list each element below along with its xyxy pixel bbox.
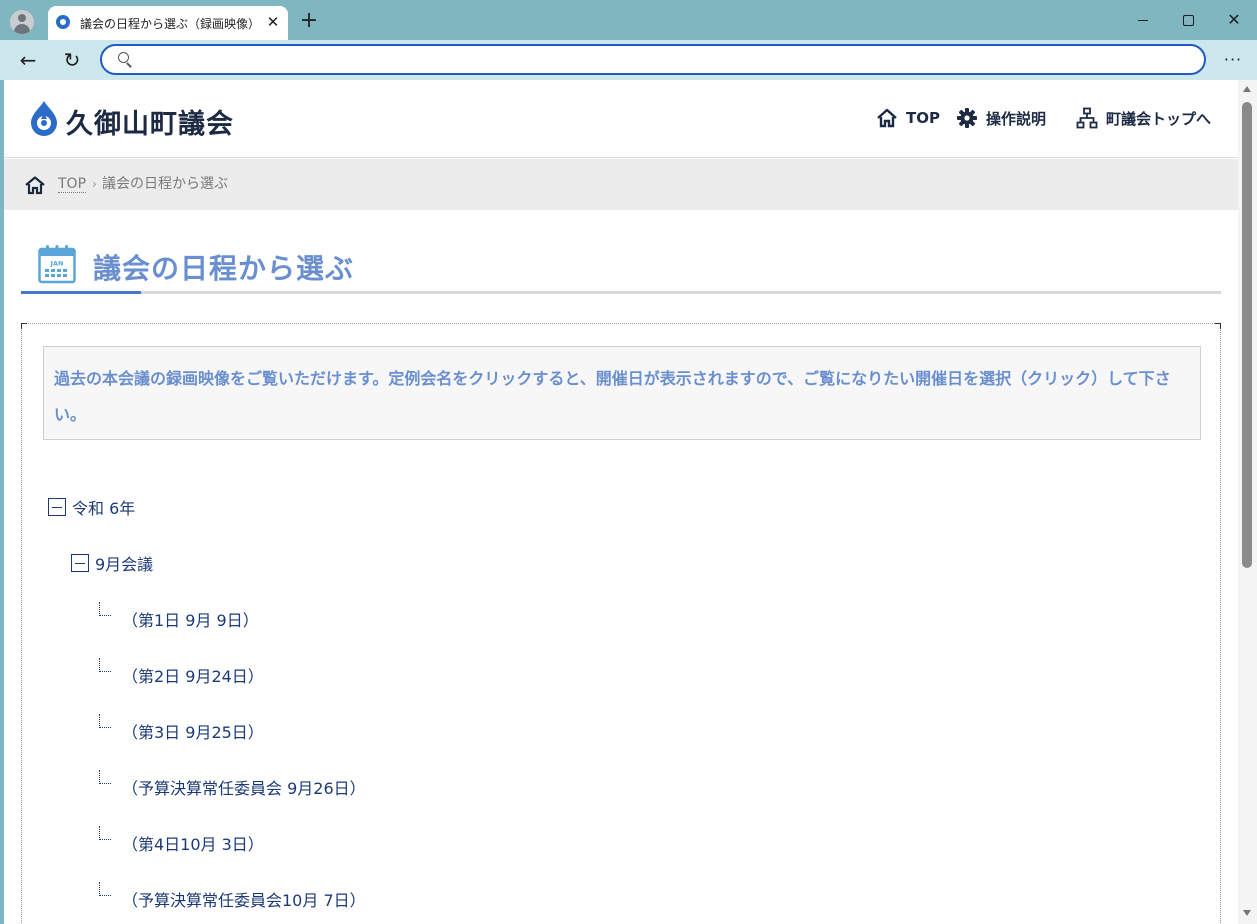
heading-accent-bar [21, 291, 141, 294]
address-input[interactable] [142, 50, 1182, 70]
notice-box: 過去の本会議の録画映像をご覧いただけます。定例会名をクリックすると、開催日が表示… [43, 346, 1201, 440]
tree-connector [99, 770, 111, 784]
tab-close-button[interactable]: ✕ [264, 13, 282, 31]
browser-menu-button[interactable]: ··· [1220, 48, 1246, 72]
breadcrumb-current: 議会の日程から選ぶ [102, 176, 228, 192]
nav-help-link[interactable]: 操作説明 [956, 106, 1046, 130]
home-icon[interactable] [24, 175, 46, 195]
nav-top-link[interactable]: TOP [876, 106, 940, 130]
tree-connector [99, 658, 111, 672]
breadcrumb: TOP › 議会の日程から選ぶ [4, 159, 1238, 210]
tab-title: 議会の日程から選ぶ（録画映像）｜ [80, 17, 256, 31]
tree-year-label[interactable]: 令和 6年 [72, 499, 135, 519]
tree-session-label[interactable]: 9月会議 [95, 555, 153, 575]
content-frame: 過去の本会議の録画映像をご覧いただけます。定例会名をクリックすると、開催日が表示… [21, 323, 1221, 924]
nav-council-label: 町議会トップへ [1106, 109, 1212, 128]
profile-avatar-icon[interactable] [10, 10, 34, 34]
meeting-day-link[interactable]: （予算決算常任委員会 9月26日） [122, 779, 366, 799]
breadcrumb-separator: › [92, 177, 97, 191]
browser-toolbar: ← ↻ ··· [0, 40, 1257, 80]
meeting-day-link[interactable]: （第2日 9月24日） [122, 667, 264, 687]
browser-titlebar: 議会の日程から選ぶ（録画映像）｜ ✕ + ✕ [0, 0, 1257, 40]
meeting-day-link[interactable]: （第3日 9月25日） [122, 723, 264, 743]
reload-button[interactable]: ↻ [60, 48, 84, 72]
frame-corner [1215, 323, 1221, 329]
notice-text: 過去の本会議の録画映像をご覧いただけます。定例会名をクリックすると、開催日が表示… [54, 369, 1171, 424]
session-collapse-toggle[interactable] [71, 554, 89, 572]
sitemap-icon [1076, 107, 1098, 129]
breadcrumb-top-link[interactable]: TOP [58, 176, 87, 193]
tree-connector [99, 826, 111, 840]
page-title: 議会の日程から選ぶ [93, 252, 355, 285]
page-viewport: 久御山町議会 TOP 操作説明 町議会トップへ TOP › 議会の日程から選ぶ … [4, 80, 1238, 924]
gear-icon [957, 108, 977, 128]
maximize-button[interactable] [1173, 8, 1203, 32]
meeting-day-link[interactable]: （第4日10月 3日） [122, 835, 264, 855]
page-scrollbar[interactable] [1238, 80, 1257, 924]
calendar-icon-label: JAN [50, 260, 64, 268]
back-button[interactable]: ← [16, 48, 40, 72]
site-favicon-icon [56, 15, 70, 29]
tree-connector [99, 714, 111, 728]
calendar-icon: JAN [38, 245, 76, 284]
meeting-day-link[interactable]: （第1日 9月 9日） [122, 611, 259, 631]
town-logo-icon[interactable] [29, 100, 59, 136]
scroll-down-arrow-icon[interactable] [1243, 910, 1251, 916]
scroll-up-arrow-icon[interactable] [1243, 86, 1251, 92]
meeting-day-link[interactable]: （予算決算常任委員会10月 7日） [122, 891, 366, 911]
home-icon [877, 108, 897, 128]
page-heading: JAN 議会の日程から選ぶ [21, 240, 1221, 294]
window-close-button[interactable]: ✕ [1219, 8, 1249, 32]
frame-corner [21, 323, 27, 329]
search-icon [118, 52, 132, 68]
minimize-button[interactable] [1128, 8, 1158, 32]
nav-help-label: 操作説明 [986, 109, 1047, 128]
new-tab-button[interactable]: + [298, 10, 320, 32]
tree-connector [99, 882, 111, 896]
nav-council-link[interactable]: 町議会トップへ [1076, 106, 1211, 130]
site-title[interactable]: 久御山町議会 [66, 102, 234, 141]
year-collapse-toggle[interactable] [48, 498, 66, 516]
site-header: 久御山町議会 TOP 操作説明 町議会トップへ [4, 80, 1238, 158]
tree-connector [99, 602, 111, 616]
nav-top-label: TOP [906, 109, 940, 127]
scrollbar-thumb[interactable] [1242, 102, 1252, 568]
browser-tab[interactable]: 議会の日程から選ぶ（録画映像）｜ ✕ [48, 6, 288, 40]
address-bar[interactable] [100, 44, 1206, 75]
